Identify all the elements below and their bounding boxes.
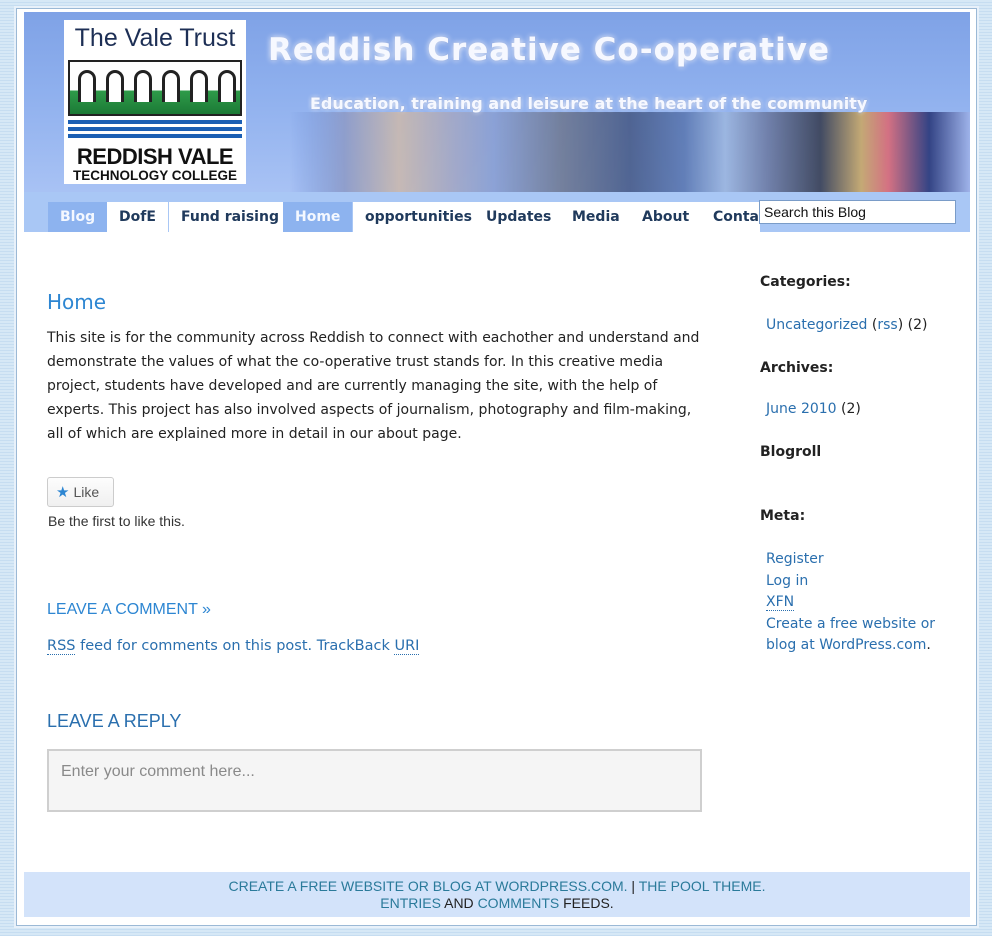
arch-icon xyxy=(162,70,180,102)
tab-fund-raising[interactable]: Fund raising xyxy=(169,202,291,232)
comment-feed-line: RSS feed for comments on this post. Trac… xyxy=(47,638,420,655)
meta-wordpress-link-line2[interactable]: blog at WordPress.com. xyxy=(766,637,931,653)
reply-heading: Leave a Reply xyxy=(47,711,182,731)
comment-textarea[interactable]: Enter your comment here... xyxy=(47,749,702,812)
site-header: The Vale Trust REDDISH VALE TECHNOLOGY C… xyxy=(24,12,970,192)
tab-updates[interactable]: Updates xyxy=(474,202,564,232)
footer-entries-link[interactable]: Entries xyxy=(380,895,441,911)
blogroll-heading: Blogroll xyxy=(760,444,822,460)
category-rss-link[interactable]: rss xyxy=(877,317,897,333)
arch-icon xyxy=(190,70,208,102)
tab-home[interactable]: Home xyxy=(283,202,353,232)
tab-contact[interactable]: Contact xyxy=(701,202,760,232)
tab-dofe[interactable]: DofE xyxy=(107,202,168,232)
logo-subtitle: TECHNOLOGY COLLEGE xyxy=(72,168,237,183)
leave-comment-link[interactable]: Leave a comment » xyxy=(47,601,211,619)
header-photo-collage xyxy=(290,112,970,192)
meta-login-link[interactable]: Log in xyxy=(766,573,808,589)
like-status-text: Be the first to like this. xyxy=(48,513,185,529)
archives-heading: Archives: xyxy=(760,360,834,376)
arch-icon xyxy=(218,70,236,102)
rss-abbr[interactable]: RSS xyxy=(47,638,76,655)
aqueduct-logo-graphic xyxy=(68,60,242,116)
meta-xfn-link[interactable]: XFN xyxy=(766,594,795,611)
search-input[interactable]: Search this Blog xyxy=(759,200,956,224)
tab-about[interactable]: About xyxy=(630,202,702,232)
footer-comments-link[interactable]: Comments xyxy=(478,895,560,911)
logo-name: REDDISH VALE xyxy=(76,144,234,169)
category-count: (2) xyxy=(907,317,928,333)
footer-line1: Create a free website or blog at WordPre… xyxy=(228,878,766,894)
logo-title: The Vale Trust xyxy=(74,24,236,52)
uri-abbr[interactable]: URI xyxy=(394,638,420,655)
tab-media[interactable]: Media xyxy=(560,202,632,232)
footer-line2: Entries and Comments feeds. xyxy=(380,895,614,911)
archive-item: June 2010 (2) xyxy=(766,401,861,417)
site-footer: Create a free website or blog at WordPre… xyxy=(24,872,970,917)
arch-icon xyxy=(106,70,124,102)
post-title[interactable]: Home xyxy=(47,290,707,314)
arch-icon xyxy=(78,70,96,102)
college-logo[interactable]: The Vale Trust REDDISH VALE TECHNOLOGY C… xyxy=(64,20,246,184)
footer-theme-link[interactable]: The Pool Theme. xyxy=(639,878,766,894)
category-link[interactable]: Uncategorized xyxy=(766,317,867,333)
categories-heading: Categories: xyxy=(760,274,851,290)
post-body: This site is for the community across Re… xyxy=(47,330,700,442)
meta-heading: Meta: xyxy=(760,508,806,524)
post-content: Home This site is for the community acro… xyxy=(47,290,707,446)
site-title[interactable]: Reddish Creative Co-operative xyxy=(268,32,830,68)
like-label: Like xyxy=(73,484,100,500)
rss-feed-text[interactable]: feed for comments on this post. TrackBac… xyxy=(75,638,394,654)
archive-link[interactable]: June 2010 xyxy=(766,401,837,417)
logo-water-stripes xyxy=(68,120,242,140)
archive-count: (2) xyxy=(841,401,861,417)
site-tagline: Education, training and leisure at the h… xyxy=(310,94,868,113)
category-item: Uncategorized (rss) (2) xyxy=(766,317,928,333)
meta-register-link[interactable]: Register xyxy=(766,551,824,567)
meta-wordpress-link-line1[interactable]: Create a free website or xyxy=(766,616,935,632)
tab-opportunities[interactable]: opportunities xyxy=(353,202,484,232)
tab-blog[interactable]: Blog xyxy=(48,202,108,232)
arch-icon xyxy=(134,70,152,102)
like-button[interactable]: ★ Like xyxy=(47,477,114,507)
star-icon: ★ xyxy=(56,484,70,501)
footer-wordpress-link[interactable]: Create a free website or blog at WordPre… xyxy=(228,878,627,894)
